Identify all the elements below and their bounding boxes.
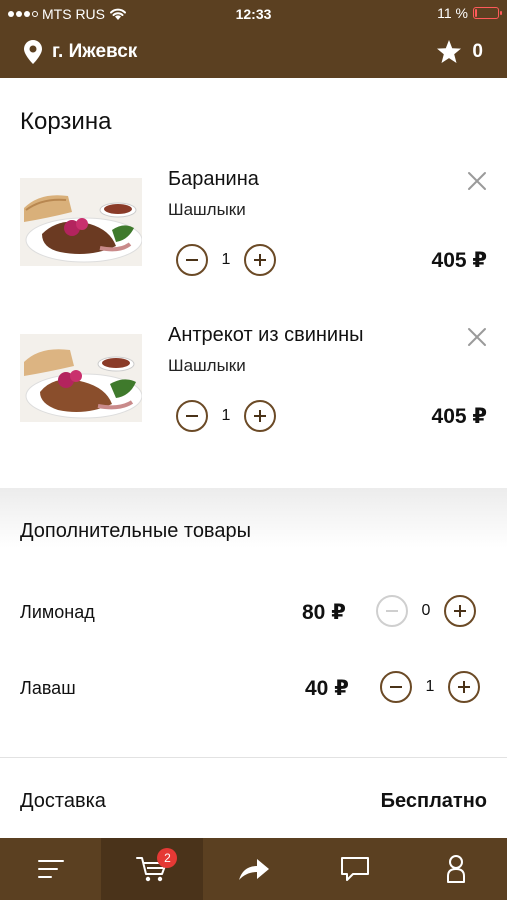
- extra-item-name: Лаваш: [20, 678, 76, 698]
- cart-badge: 2: [157, 848, 178, 868]
- quantity-stepper: 0: [376, 595, 476, 627]
- product-name[interactable]: Баранина: [168, 168, 259, 191]
- extra-item-name: Лимонад: [20, 602, 95, 622]
- favorites-button[interactable]: 0: [436, 40, 483, 64]
- tab-share[interactable]: [203, 838, 304, 900]
- tab-bar: 2: [0, 838, 507, 900]
- battery-icon: [473, 7, 502, 19]
- tab-menu[interactable]: [0, 838, 101, 900]
- favorites-count: 0: [472, 41, 483, 62]
- increase-button[interactable]: [244, 244, 276, 276]
- page-title: Корзина: [20, 108, 112, 135]
- quantity-stepper: 1: [176, 244, 276, 276]
- delivery-value: Бесплатно: [380, 790, 487, 812]
- tab-profile[interactable]: [406, 838, 507, 900]
- product-price: 405 ₽: [431, 249, 487, 272]
- product-image[interactable]: [20, 178, 142, 266]
- quantity-value: 1: [425, 678, 435, 695]
- star-icon: [437, 40, 462, 63]
- extras-title: Дополнительные товары: [20, 520, 251, 542]
- decrease-button[interactable]: [176, 400, 208, 432]
- extra-item-price: 80 ₽: [302, 601, 346, 624]
- city-selector[interactable]: г. Ижевск: [24, 40, 137, 64]
- tab-cart[interactable]: 2: [101, 838, 203, 900]
- city-name: г. Ижевск: [52, 41, 138, 62]
- quantity-value: 0: [421, 602, 431, 619]
- chat-icon: [340, 857, 369, 881]
- clock: 12:33: [235, 6, 272, 22]
- extra-item: Лаваш 40 ₽ 1: [0, 668, 507, 708]
- extra-item-price: 40 ₽: [305, 677, 349, 700]
- increase-button[interactable]: [244, 400, 276, 432]
- decrease-button[interactable]: [376, 595, 408, 627]
- decrease-button[interactable]: [176, 244, 208, 276]
- top-bar: MTS RUS 12:33 11 % г. Ижевск 0: [0, 0, 507, 78]
- product-name[interactable]: Антрекот из свинины: [168, 324, 364, 347]
- profile-icon: [447, 855, 466, 883]
- increase-button[interactable]: [444, 595, 476, 627]
- product-image[interactable]: [20, 334, 142, 422]
- share-icon: [238, 859, 269, 880]
- extra-item: Лимонад 80 ₽ 0: [0, 592, 507, 632]
- battery-status: 11 %: [437, 5, 502, 21]
- product-category: Шашлыки: [168, 356, 246, 375]
- tab-chat[interactable]: [304, 838, 405, 900]
- close-icon[interactable]: [466, 326, 488, 348]
- status-bar: MTS RUS 12:33 11 %: [0, 0, 507, 28]
- close-icon[interactable]: [466, 170, 488, 192]
- cart-item: Антрекот из свинины Шашлыки 1 405 ₽: [0, 324, 507, 464]
- quantity-value: 1: [221, 251, 231, 268]
- quantity-stepper: 1: [380, 671, 480, 703]
- decrease-button[interactable]: [380, 671, 412, 703]
- delivery-label: Доставка: [20, 790, 106, 812]
- location-pin-icon: [24, 40, 42, 64]
- quantity-value: 1: [221, 407, 231, 424]
- cart-item: Баранина Шашлыки 1 405 ₽: [0, 168, 507, 308]
- extras-section: Дополнительные товары Лимонад 80 ₽ 0 Лав…: [0, 488, 507, 758]
- divider: [0, 757, 507, 758]
- header-nav: г. Ижевск 0: [0, 32, 507, 72]
- product-price: 405 ₽: [431, 405, 487, 428]
- quantity-stepper: 1: [176, 400, 276, 432]
- menu-icon: [37, 860, 64, 878]
- increase-button[interactable]: [448, 671, 480, 703]
- battery-percent: 11 %: [437, 5, 468, 21]
- product-category: Шашлыки: [168, 200, 246, 219]
